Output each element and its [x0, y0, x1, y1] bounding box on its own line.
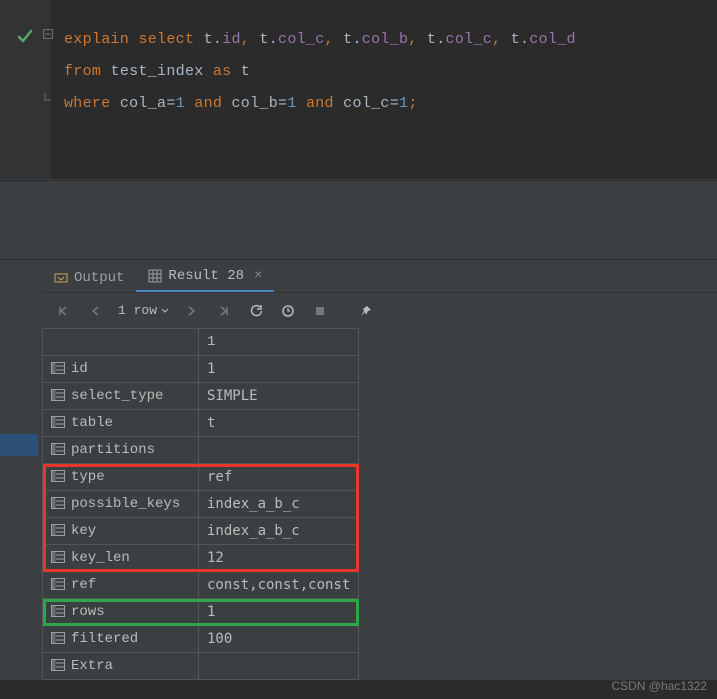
prev-page-icon[interactable] — [86, 305, 104, 317]
table-row[interactable]: key_len12 — [43, 545, 359, 572]
row-key[interactable]: key — [43, 518, 199, 545]
stop-icon[interactable] — [311, 305, 329, 317]
tab-output[interactable]: Output — [42, 264, 136, 292]
sql-editor[interactable]: explain select t.id, t.col_c, t.col_b, t… — [0, 0, 717, 180]
clock-refresh-icon[interactable] — [279, 304, 297, 318]
row-key[interactable]: Extra — [43, 653, 199, 680]
column-icon — [51, 551, 65, 563]
fold-end-icon — [42, 92, 54, 104]
column-icon — [51, 470, 65, 482]
row-val[interactable]: SIMPLE — [199, 383, 359, 410]
next-page-icon[interactable] — [183, 305, 201, 317]
tab-result-label: Result 28 — [168, 268, 244, 284]
result-panel: Output Result 28 × 1 row — [0, 260, 717, 680]
row-val[interactable] — [199, 653, 359, 680]
fold-minus-icon[interactable] — [42, 28, 54, 40]
row-val[interactable]: 12 — [199, 545, 359, 572]
result-grid[interactable]: 1id1select_typeSIMPLEtabletpartitionstyp… — [42, 328, 717, 680]
fold-column — [42, 0, 56, 179]
grid-icon — [148, 269, 162, 283]
refresh-icon[interactable] — [247, 304, 265, 318]
grid-header-key[interactable] — [43, 329, 199, 356]
column-icon — [51, 497, 65, 509]
row-count[interactable]: 1 row — [118, 303, 169, 318]
row-key[interactable]: id — [43, 356, 199, 383]
column-icon — [51, 524, 65, 536]
first-page-icon[interactable] — [54, 305, 72, 317]
panel-gutter — [0, 260, 42, 680]
table-row[interactable]: partitions — [43, 437, 359, 464]
row-key[interactable]: possible_keys — [43, 491, 199, 518]
column-icon — [51, 659, 65, 671]
table-row[interactable]: Extra — [43, 653, 359, 680]
table-row[interactable]: refconst,const,const — [43, 572, 359, 599]
row-val[interactable]: 1 — [199, 599, 359, 626]
row-key[interactable]: select_type — [43, 383, 199, 410]
row-key[interactable]: rows — [43, 599, 199, 626]
row-key[interactable]: type — [43, 464, 199, 491]
panel-splitter[interactable] — [0, 180, 717, 260]
output-icon — [54, 271, 68, 285]
table-row[interactable]: typeref — [43, 464, 359, 491]
row-val[interactable]: t — [199, 410, 359, 437]
pin-icon[interactable] — [357, 304, 375, 318]
code-line-1[interactable]: explain select t.id, t.col_c, t.col_b, t… — [50, 24, 717, 56]
chevron-down-icon — [161, 308, 169, 314]
table-row[interactable]: select_typeSIMPLE — [43, 383, 359, 410]
table-row[interactable]: possible_keysindex_a_b_c — [43, 491, 359, 518]
row-val[interactable]: 100 — [199, 626, 359, 653]
row-key[interactable]: partitions — [43, 437, 199, 464]
column-icon — [51, 362, 65, 374]
row-key[interactable]: key_len — [43, 545, 199, 572]
code-line-2[interactable]: from test_index as t — [50, 56, 717, 88]
row-val[interactable]: index_a_b_c — [199, 518, 359, 545]
column-icon — [51, 389, 65, 401]
tab-output-label: Output — [74, 270, 124, 286]
table-row[interactable]: tablet — [43, 410, 359, 437]
column-icon — [51, 578, 65, 590]
row-marker — [0, 434, 38, 456]
row-count-label: 1 row — [118, 303, 157, 318]
last-page-icon[interactable] — [215, 305, 233, 317]
row-key[interactable]: ref — [43, 572, 199, 599]
table-row[interactable]: keyindex_a_b_c — [43, 518, 359, 545]
row-key[interactable]: filtered — [43, 626, 199, 653]
checkmark-icon — [16, 28, 34, 46]
grid-header-val[interactable]: 1 — [199, 329, 359, 356]
row-val[interactable] — [199, 437, 359, 464]
row-val[interactable]: index_a_b_c — [199, 491, 359, 518]
table-row[interactable]: id1 — [43, 356, 359, 383]
close-icon[interactable]: × — [254, 268, 262, 284]
watermark: CSDN @hac1322 — [611, 679, 707, 693]
column-icon — [51, 605, 65, 617]
row-val[interactable]: ref — [199, 464, 359, 491]
row-val[interactable]: 1 — [199, 356, 359, 383]
column-icon — [51, 416, 65, 428]
table-row[interactable]: rows1 — [43, 599, 359, 626]
code-line-3[interactable]: where col_a=1 and col_b=1 and col_c=1; — [50, 88, 717, 120]
row-key[interactable]: table — [43, 410, 199, 437]
row-val[interactable]: const,const,const — [199, 572, 359, 599]
result-tabs: Output Result 28 × — [42, 260, 717, 292]
result-toolbar: 1 row — [42, 292, 717, 328]
tab-result[interactable]: Result 28 × — [136, 262, 274, 292]
table-row[interactable]: filtered100 — [43, 626, 359, 653]
column-icon — [51, 443, 65, 455]
column-icon — [51, 632, 65, 644]
